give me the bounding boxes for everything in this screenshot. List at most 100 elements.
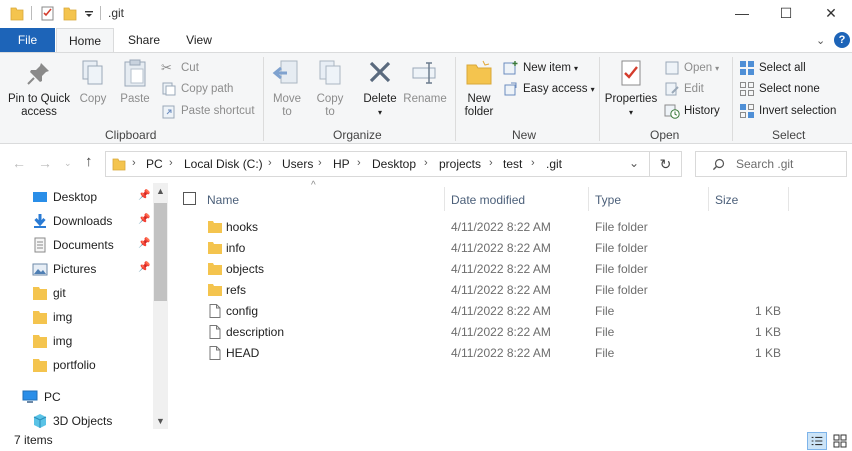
pin-icon[interactable]: 📌 (138, 262, 150, 273)
tab-file[interactable]: File (0, 28, 55, 52)
details-view-icon[interactable] (807, 432, 827, 450)
tab-home[interactable]: Home (56, 28, 114, 53)
delete-dropdown-icon[interactable]: ▾ (360, 106, 400, 119)
pin-icon[interactable]: 📌 (138, 190, 150, 201)
history-icon (664, 104, 680, 119)
column-separator[interactable] (788, 187, 789, 211)
column-separator[interactable] (444, 187, 445, 211)
column-header-size[interactable]: Size (715, 188, 787, 218)
breadcrumb-test[interactable]: test (503, 157, 522, 171)
copy-path-button[interactable]: Copy path (161, 80, 233, 98)
select-all-button[interactable]: Select all (739, 59, 806, 77)
column-separator[interactable] (588, 187, 589, 211)
address-dropdown-icon[interactable]: ⌄ (629, 156, 639, 170)
paste-shortcut-button[interactable]: Paste shortcut (161, 102, 255, 120)
column-header-date-modified[interactable]: Date modified (451, 188, 587, 218)
delete-button[interactable]: Delete ▾ (360, 57, 400, 119)
new-folder-button[interactable]: New folder (460, 57, 498, 119)
breadcrumb-chevron-icon[interactable]: › (169, 157, 173, 169)
address-bar[interactable]: › PC › Local Disk (C:) › Users › HP › De… (105, 151, 650, 177)
properties-quick-icon[interactable] (40, 5, 56, 21)
tab-view[interactable]: View (174, 28, 224, 52)
properties-dropdown-icon[interactable]: ▾ (604, 106, 658, 119)
nav-item-downloads[interactable]: Downloads 📌 (0, 210, 155, 232)
properties-button[interactable]: Properties ▾ (604, 57, 658, 119)
search-box[interactable]: Search .git (695, 151, 847, 177)
copy-button[interactable]: Copy (76, 57, 110, 106)
file-date: 4/11/2022 8:22 AM (451, 241, 551, 255)
invert-selection-button[interactable]: Invert selection (739, 102, 836, 120)
select-none-button[interactable]: Select none (739, 80, 820, 98)
nav-item-git[interactable]: git (0, 282, 155, 304)
table-row[interactable]: objects 4/11/2022 8:22 AM File folder (168, 259, 852, 280)
ribbon-collapse-icon[interactable]: ⌄ (816, 34, 825, 47)
pin-icon[interactable]: 📌 (138, 214, 150, 225)
nav-item-pc[interactable]: PC (0, 386, 155, 408)
breadcrumb-hp[interactable]: HP (333, 157, 350, 171)
breadcrumb-chevron-icon[interactable]: › (489, 157, 493, 169)
up-arrow-icon[interactable]: ↑ (85, 153, 93, 170)
back-arrow-icon[interactable]: ← (12, 155, 26, 171)
breadcrumb-chevron-icon[interactable]: › (132, 157, 136, 169)
pin-icon[interactable]: 📌 (138, 238, 150, 249)
nav-item-img[interactable]: img (0, 306, 155, 328)
move-to-button[interactable]: Move to (268, 57, 306, 119)
breadcrumb-chevron-icon[interactable]: › (268, 157, 272, 169)
breadcrumb-chevron-icon[interactable]: › (424, 157, 428, 169)
history-button[interactable]: History (664, 102, 720, 120)
table-row[interactable]: config 4/11/2022 8:22 AM File 1 KB (168, 301, 852, 322)
close-button[interactable]: ✕ (808, 0, 852, 26)
breadcrumb-pc[interactable]: PC (146, 157, 163, 171)
tab-share[interactable]: Share (118, 28, 170, 52)
column-header-name[interactable]: Name (183, 188, 443, 218)
recent-locations-icon[interactable]: ⌄ (64, 158, 72, 169)
breadcrumb-chevron-icon[interactable]: › (531, 157, 535, 169)
scroll-down-icon[interactable]: ▼ (153, 413, 168, 429)
maximize-button[interactable]: ☐ (763, 0, 809, 26)
search-input[interactable]: Search .git (736, 157, 793, 171)
nav-item-pictures[interactable]: Pictures 📌 (0, 258, 155, 280)
open-button[interactable]: Open ▾ (664, 59, 719, 77)
table-row[interactable]: info 4/11/2022 8:22 AM File folder (168, 238, 852, 259)
select-all-checkbox[interactable] (183, 192, 196, 205)
column-header-type[interactable]: Type (595, 188, 705, 218)
new-folder-quick-icon[interactable] (63, 5, 77, 21)
nav-item-documents[interactable]: Documents 📌 (0, 234, 155, 256)
edit-button[interactable]: Edit (664, 80, 704, 98)
nav-item-desktop[interactable]: Desktop 📌 (0, 186, 155, 208)
nav-item-img[interactable]: img (0, 330, 155, 352)
forward-arrow-icon[interactable]: → (38, 155, 52, 171)
copy-path-label: Copy path (181, 83, 234, 95)
breadcrumb-chevron-icon[interactable]: › (357, 157, 361, 169)
breadcrumb-desktop[interactable]: Desktop (372, 157, 416, 171)
paste-button[interactable]: Paste (116, 57, 154, 106)
file-date: 4/11/2022 8:22 AM (451, 283, 551, 297)
scroll-thumb[interactable] (154, 203, 167, 301)
breadcrumb-chevron-icon[interactable]: › (318, 157, 322, 169)
minimize-button[interactable]: — (719, 0, 765, 26)
pin-to-quick-access-button[interactable]: Pin to Quick access (4, 57, 74, 119)
column-separator[interactable] (708, 187, 709, 211)
table-row[interactable]: HEAD 4/11/2022 8:22 AM File 1 KB (168, 343, 852, 364)
customize-quick-access-icon[interactable] (84, 5, 94, 21)
large-icons-view-icon[interactable] (830, 432, 850, 450)
breadcrumb-local-disk[interactable]: Local Disk (C:) (184, 157, 263, 171)
nav-item-3d-objects[interactable]: 3D Objects (0, 410, 155, 429)
navigation-pane-scrollbar[interactable]: ▲ ▼ (153, 183, 168, 429)
refresh-button[interactable]: ↻ (650, 151, 682, 177)
help-icon[interactable]: ? (834, 32, 850, 48)
scroll-up-icon[interactable]: ▲ (153, 183, 168, 199)
table-row[interactable]: refs 4/11/2022 8:22 AM File folder (168, 280, 852, 301)
breadcrumb-git[interactable]: .git (546, 157, 562, 171)
table-row[interactable]: hooks 4/11/2022 8:22 AM File folder (168, 217, 852, 238)
nav-item-portfolio[interactable]: portfolio (0, 354, 155, 376)
cut-button[interactable]: ✂ Cut (161, 59, 199, 77)
breadcrumb-users[interactable]: Users (282, 157, 313, 171)
copy-to-button[interactable]: Copy to (312, 57, 348, 119)
table-row[interactable]: description 4/11/2022 8:22 AM File 1 KB (168, 322, 852, 343)
breadcrumb-projects[interactable]: projects (439, 157, 481, 171)
rename-button[interactable]: Rename (402, 57, 448, 106)
file-date: 4/11/2022 8:22 AM (451, 346, 551, 360)
easy-access-button[interactable]: Easy access ▾ (503, 80, 595, 98)
new-item-button[interactable]: New item ▾ (503, 59, 578, 77)
